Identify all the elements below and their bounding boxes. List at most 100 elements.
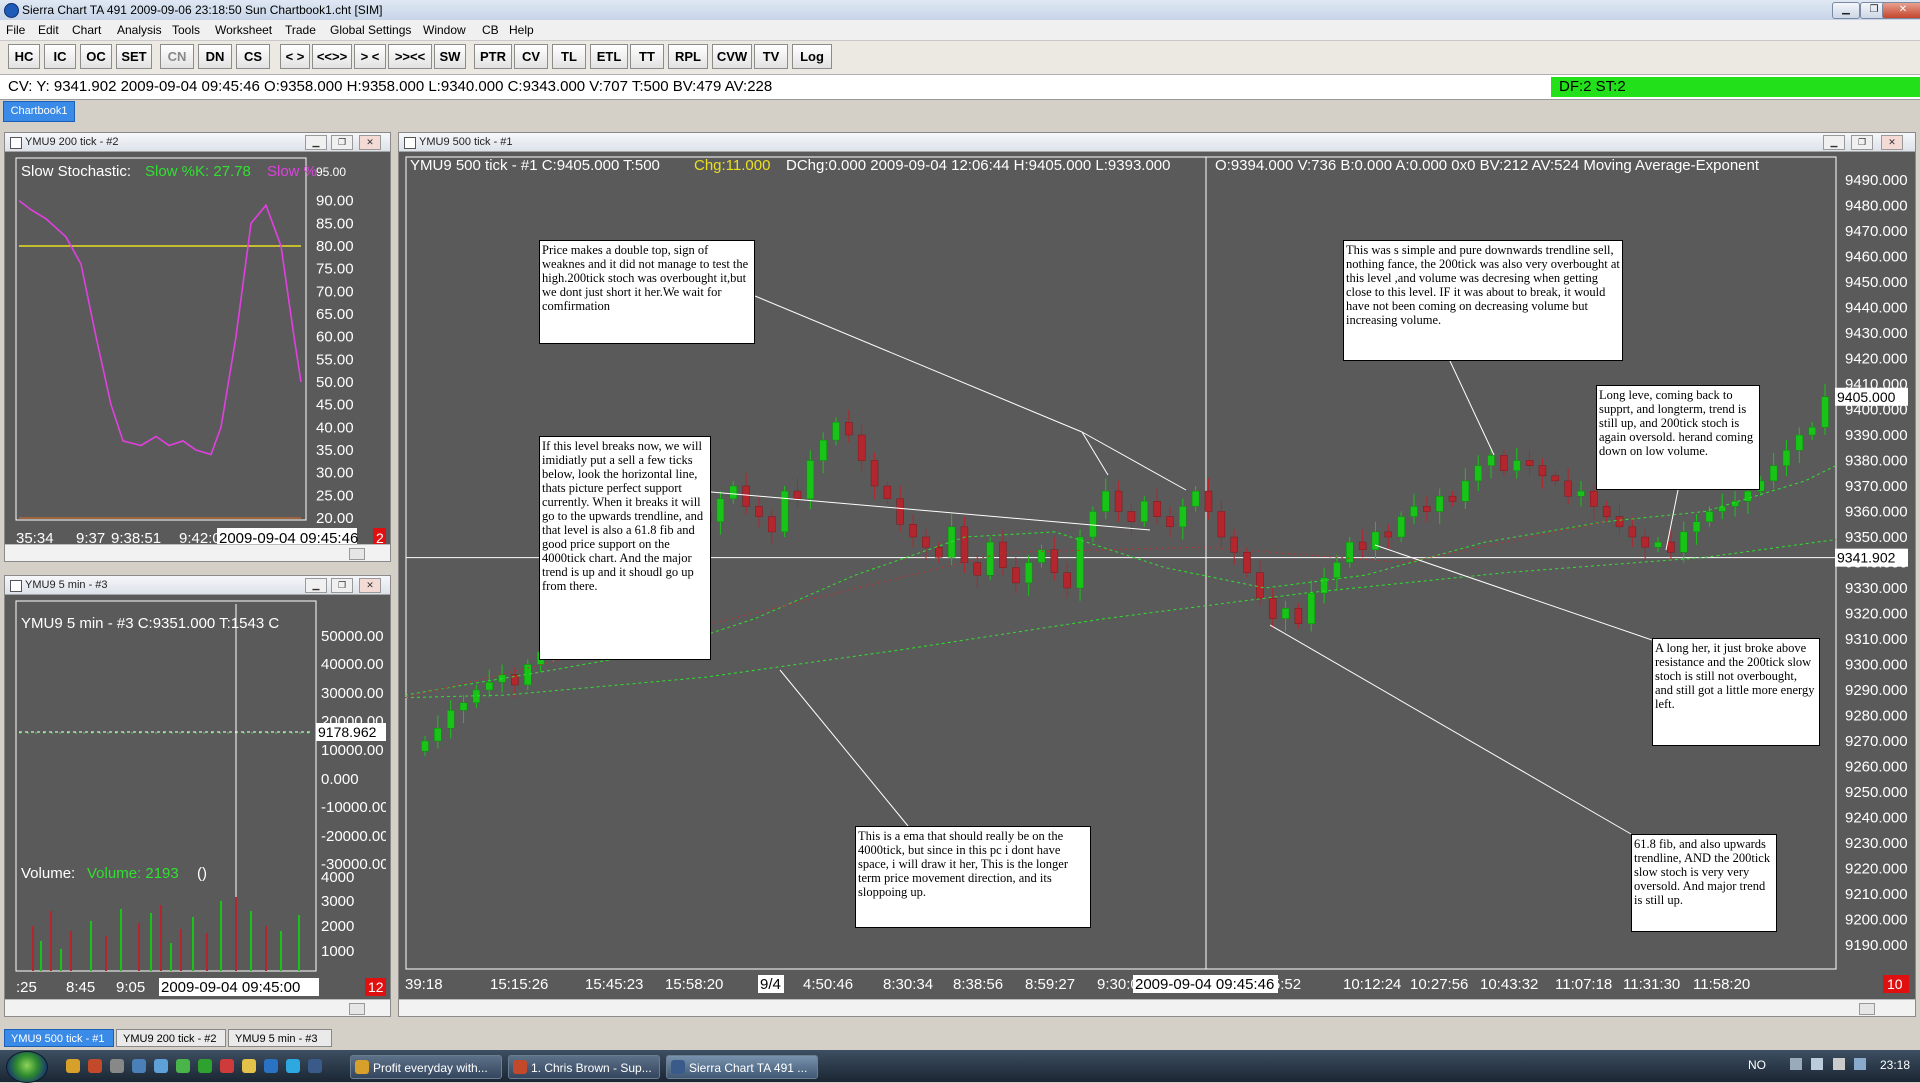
toolbar-button-16[interactable]: TT <box>630 44 664 69</box>
x-axis-label: 10:43:32 <box>1480 976 1538 993</box>
chart-window-icon <box>404 137 416 149</box>
network-icon[interactable] <box>1790 1058 1802 1070</box>
spreadsheet-icon[interactable] <box>198 1059 212 1073</box>
chartbook-tab[interactable]: Chartbook1 <box>3 101 75 122</box>
horizontal-scrollbar[interactable] <box>399 999 1915 1016</box>
horizontal-scrollbar[interactable] <box>5 544 390 561</box>
toolbar-button-17[interactable]: RPL <box>668 44 708 69</box>
y-axis-label: 65.00 <box>316 306 354 323</box>
toolbar-button-7[interactable]: < > <box>280 44 310 69</box>
opera-icon[interactable] <box>220 1059 234 1073</box>
annotation-long-level[interactable]: Long leve, coming back to supprt, and lo… <box>1596 385 1760 490</box>
tray-icon[interactable] <box>1854 1058 1867 1070</box>
tab-500tick[interactable]: YMU9 500 tick - #1 <box>4 1029 114 1047</box>
close-window-button[interactable]: ✕ <box>1882 2 1920 19</box>
volume-icon[interactable] <box>1832 1058 1845 1070</box>
minimize-chart-button[interactable]: ▁ <box>1823 135 1845 150</box>
tab-200tick[interactable]: YMU9 200 tick - #2 <box>116 1029 226 1047</box>
toolbar-button-19[interactable]: TV <box>754 44 788 69</box>
candle-body <box>896 498 904 525</box>
y-axis-label: 9370.000 <box>1845 478 1908 495</box>
folder-icon[interactable] <box>110 1059 124 1073</box>
taskbar-item-browser[interactable]: Profit everyday with... <box>350 1055 502 1079</box>
media-icon[interactable] <box>88 1059 102 1073</box>
x-axis-label: 39:18 <box>405 976 443 993</box>
candle-body <box>1577 490 1585 497</box>
menu-global-settings[interactable]: Global Settings <box>330 23 411 37</box>
candle-body <box>1423 506 1431 512</box>
menu-worksheet[interactable]: Worksheet <box>215 23 272 37</box>
candle-body <box>421 740 429 752</box>
scrollbar-thumb[interactable] <box>349 1003 365 1015</box>
menu-chart[interactable]: Chart <box>72 23 101 37</box>
notes-icon[interactable] <box>242 1059 256 1073</box>
toolbar-button-6[interactable]: CS <box>236 44 270 69</box>
menu-cb[interactable]: CB <box>482 23 499 37</box>
annotation-double-top[interactable]: Price makes a double top, sign of weakne… <box>539 240 755 344</box>
toolbar-button-20[interactable]: Log <box>792 44 832 69</box>
scrollbar-thumb[interactable] <box>349 548 365 560</box>
taskbar-item-media[interactable]: 1. Chris Brown - Sup... <box>508 1055 660 1079</box>
toolbar-button-4[interactable]: CN <box>160 44 194 69</box>
menu-file[interactable]: File <box>6 23 25 37</box>
skype-icon[interactable] <box>286 1059 300 1073</box>
steam-icon[interactable] <box>132 1059 146 1073</box>
menu-tools[interactable]: Tools <box>172 23 200 37</box>
y-axis-label: 80.00 <box>316 238 354 255</box>
toolbar-button-9[interactable]: > < <box>354 44 386 69</box>
app-icon[interactable] <box>176 1059 190 1073</box>
toolbar-button-0[interactable]: HC <box>8 44 40 69</box>
horizontal-scrollbar[interactable] <box>5 999 390 1016</box>
close-chart-button[interactable]: ✕ <box>1881 135 1903 150</box>
toolbar-button-13[interactable]: CV <box>514 44 548 69</box>
annotation-trendline-sell[interactable]: This was s simple and pure downwards tre… <box>1343 240 1623 361</box>
restore-chart-button[interactable]: ❐ <box>331 135 353 150</box>
annotation-ema[interactable]: This is a ema that should really be on t… <box>855 826 1091 928</box>
toolbar-button-11[interactable]: SW <box>434 44 466 69</box>
volume-paren: () <box>197 865 207 882</box>
messenger-icon[interactable] <box>154 1059 168 1073</box>
close-chart-button[interactable]: ✕ <box>359 578 381 593</box>
word-icon[interactable] <box>264 1059 278 1073</box>
toolbar-button-14[interactable]: TL <box>552 44 586 69</box>
power-icon[interactable] <box>1811 1058 1824 1070</box>
y-axis-label: 35.00 <box>316 442 354 459</box>
menu-window[interactable]: Window <box>423 23 466 37</box>
browser-icon[interactable] <box>66 1059 80 1073</box>
tab-5min[interactable]: YMU9 5 min - #3 <box>228 1029 332 1047</box>
x-axis-label: :25 <box>16 979 37 996</box>
y-axis-label: 90.00 <box>316 193 354 210</box>
five-minute-chart[interactable]: YMU9 5 min - #3 C:9351.000 T:1543 C 50000… <box>11 596 386 1001</box>
toolbar-button-15[interactable]: ETL <box>590 44 628 69</box>
toolbar-button-10[interactable]: >><< <box>388 44 432 69</box>
toolbar-button-18[interactable]: CVW <box>712 44 752 69</box>
menu-edit[interactable]: Edit <box>38 23 59 37</box>
minimize-chart-button[interactable]: ▁ <box>305 578 327 593</box>
scrollbar-thumb[interactable] <box>1859 1003 1875 1015</box>
toolbar-button-8[interactable]: <<>> <box>312 44 352 69</box>
sierra-chart-icon[interactable] <box>308 1059 322 1073</box>
menu-analysis[interactable]: Analysis <box>117 23 162 37</box>
annotation-support-break[interactable]: If this level breaks now, we will imidia… <box>539 436 711 660</box>
candle-body <box>1166 516 1174 528</box>
restore-chart-button[interactable]: ❐ <box>1851 135 1873 150</box>
candle-body <box>1076 536 1084 589</box>
minimize-window-button[interactable]: ▁ <box>1832 2 1860 19</box>
annotation-fib-trendline[interactable]: 61.8 fib, and also upwards trendline, AN… <box>1631 834 1777 932</box>
toolbar-button-12[interactable]: PTR <box>474 44 512 69</box>
toolbar-button-1[interactable]: IC <box>44 44 76 69</box>
toolbar-button-5[interactable]: DN <box>198 44 232 69</box>
toolbar-button-2[interactable]: OC <box>80 44 112 69</box>
annotation-long-breakout[interactable]: A long her, it just broke above resistan… <box>1652 638 1820 746</box>
menu-help[interactable]: Help <box>509 23 534 37</box>
language-indicator[interactable]: NO <box>1748 1058 1766 1072</box>
stochastic-chart[interactable]: 90.00 85.00 80.00 75.00 70.00 65.00 60.00 55.00… <box>11 153 386 548</box>
close-chart-button[interactable]: ✕ <box>359 135 381 150</box>
restore-chart-button[interactable]: ❐ <box>331 578 353 593</box>
toolbar-button-3[interactable]: SET <box>116 44 152 69</box>
taskbar-item-sierra[interactable]: Sierra Chart TA 491 ... <box>666 1055 818 1079</box>
minimize-chart-button[interactable]: ▁ <box>305 135 327 150</box>
menu-trade[interactable]: Trade <box>285 23 316 37</box>
x-axis-label: 8:59:27 <box>1025 976 1075 993</box>
start-button[interactable] <box>6 1051 48 1083</box>
